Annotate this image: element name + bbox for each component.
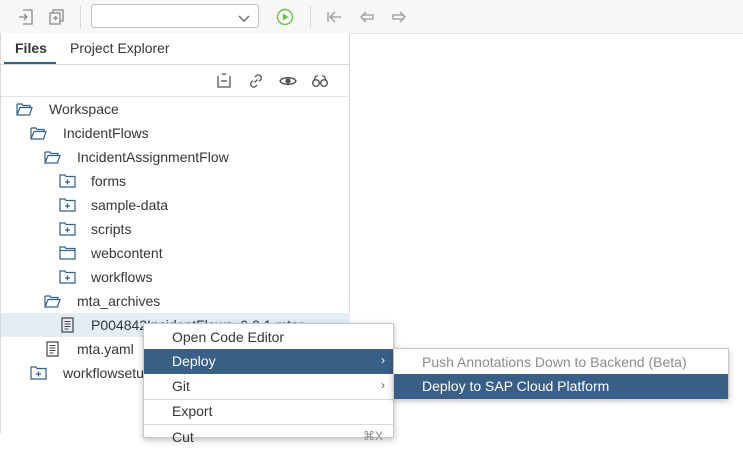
link-icon[interactable] [247, 72, 265, 90]
tree-item-incidentassignmentflow[interactable]: IncidentAssignmentFlow [1, 145, 350, 169]
active-tab-indicator [4, 62, 56, 64]
folder-icon [59, 245, 76, 261]
tree-item-forms[interactable]: forms [1, 169, 350, 193]
run-icon[interactable] [276, 8, 294, 26]
tree-item-label: Workspace [49, 101, 119, 117]
shortcut-label: ⌘X [362, 429, 383, 443]
toolbar-separator [80, 6, 81, 28]
menu-item-open-code-editor[interactable]: Open Code Editor [144, 325, 393, 350]
folder-open-icon [44, 293, 61, 309]
folder-plus-icon [59, 269, 76, 285]
tree-item-label: workflowsetup [63, 365, 152, 381]
tree-toolbar [1, 65, 350, 97]
menu-item-cut[interactable]: Cut ⌘X [144, 425, 393, 450]
menu-item-label: Push Annotations Down to Backend (Beta) [422, 354, 687, 370]
tree-item-label: mta.yaml [77, 341, 134, 357]
menu-item-label: Export [172, 403, 213, 419]
panel-tabs: Files Project Explorer [1, 33, 350, 65]
tree-item-workflows[interactable]: workflows [1, 265, 350, 289]
tree-item-label: scripts [91, 221, 132, 237]
tree-item-incidentflows[interactable]: IncidentFlows [1, 121, 350, 145]
folder-open-icon [16, 101, 33, 117]
menu-item-git[interactable]: Git › [144, 374, 393, 399]
tree-item-label: workflows [91, 269, 153, 285]
menu-item-push-annotations[interactable]: Push Annotations Down to Backend (Beta) [394, 350, 728, 375]
tree-item-label: mta_archives [77, 293, 161, 309]
tree-item-workspace[interactable]: Workspace [1, 97, 350, 121]
tree-item-label: IncidentAssignmentFlow [77, 149, 229, 165]
import-icon[interactable] [17, 8, 35, 26]
menu-item-deploy[interactable]: Deploy › [144, 349, 393, 374]
folder-open-icon [30, 125, 47, 141]
main-toolbar [0, 0, 743, 34]
forward-icon[interactable] [390, 8, 408, 26]
tree-item-label: IncidentFlows [63, 125, 149, 141]
folder-plus-icon [59, 173, 76, 189]
menu-item-label: Deploy [172, 353, 216, 369]
folder-plus-icon [59, 197, 76, 213]
menu-item-label: Cut [172, 429, 194, 445]
file-icon [59, 317, 76, 333]
menu-item-label: Open Code Editor [172, 329, 285, 345]
export-icon[interactable] [48, 8, 66, 26]
tab-project-explorer[interactable]: Project Explorer [70, 40, 170, 56]
tree-item-webcontent[interactable]: webcontent [1, 241, 350, 265]
tree-item-scripts[interactable]: scripts [1, 217, 350, 241]
menu-item-export[interactable]: Export [144, 399, 393, 424]
file-icon [44, 341, 61, 357]
search-glasses-icon[interactable] [311, 72, 329, 90]
tree-item-label: sample-data [91, 197, 169, 213]
folder-plus-icon [59, 221, 76, 237]
step-back-icon[interactable] [326, 8, 344, 26]
tree-item-label: forms [91, 173, 126, 189]
tab-files[interactable]: Files [15, 40, 47, 56]
menu-item-label: Git [172, 378, 190, 394]
context-menu: Open Code Editor Deploy › Git › Export C… [143, 323, 394, 445]
chevron-right-icon: › [381, 378, 385, 392]
back-icon[interactable] [358, 8, 376, 26]
deploy-submenu: Push Annotations Down to Backend (Beta) … [393, 348, 729, 399]
menu-item-deploy-to-sap-cloud-platform[interactable]: Deploy to SAP Cloud Platform [394, 374, 728, 399]
folder-open-icon [44, 149, 61, 165]
chevron-right-icon: › [381, 353, 385, 367]
menu-item-label: Deploy to SAP Cloud Platform [422, 378, 610, 394]
tree-item-label: webcontent [91, 245, 163, 261]
eye-icon[interactable] [279, 72, 297, 90]
toolbar-separator [310, 6, 311, 28]
tree-item-mta-archives[interactable]: mta_archives [1, 289, 350, 313]
run-configuration-select[interactable] [91, 4, 259, 28]
tree-item-sample-data[interactable]: sample-data [1, 193, 350, 217]
folder-plus-icon [30, 365, 47, 381]
collapse-icon[interactable] [215, 72, 233, 90]
chevron-down-icon [238, 11, 250, 29]
